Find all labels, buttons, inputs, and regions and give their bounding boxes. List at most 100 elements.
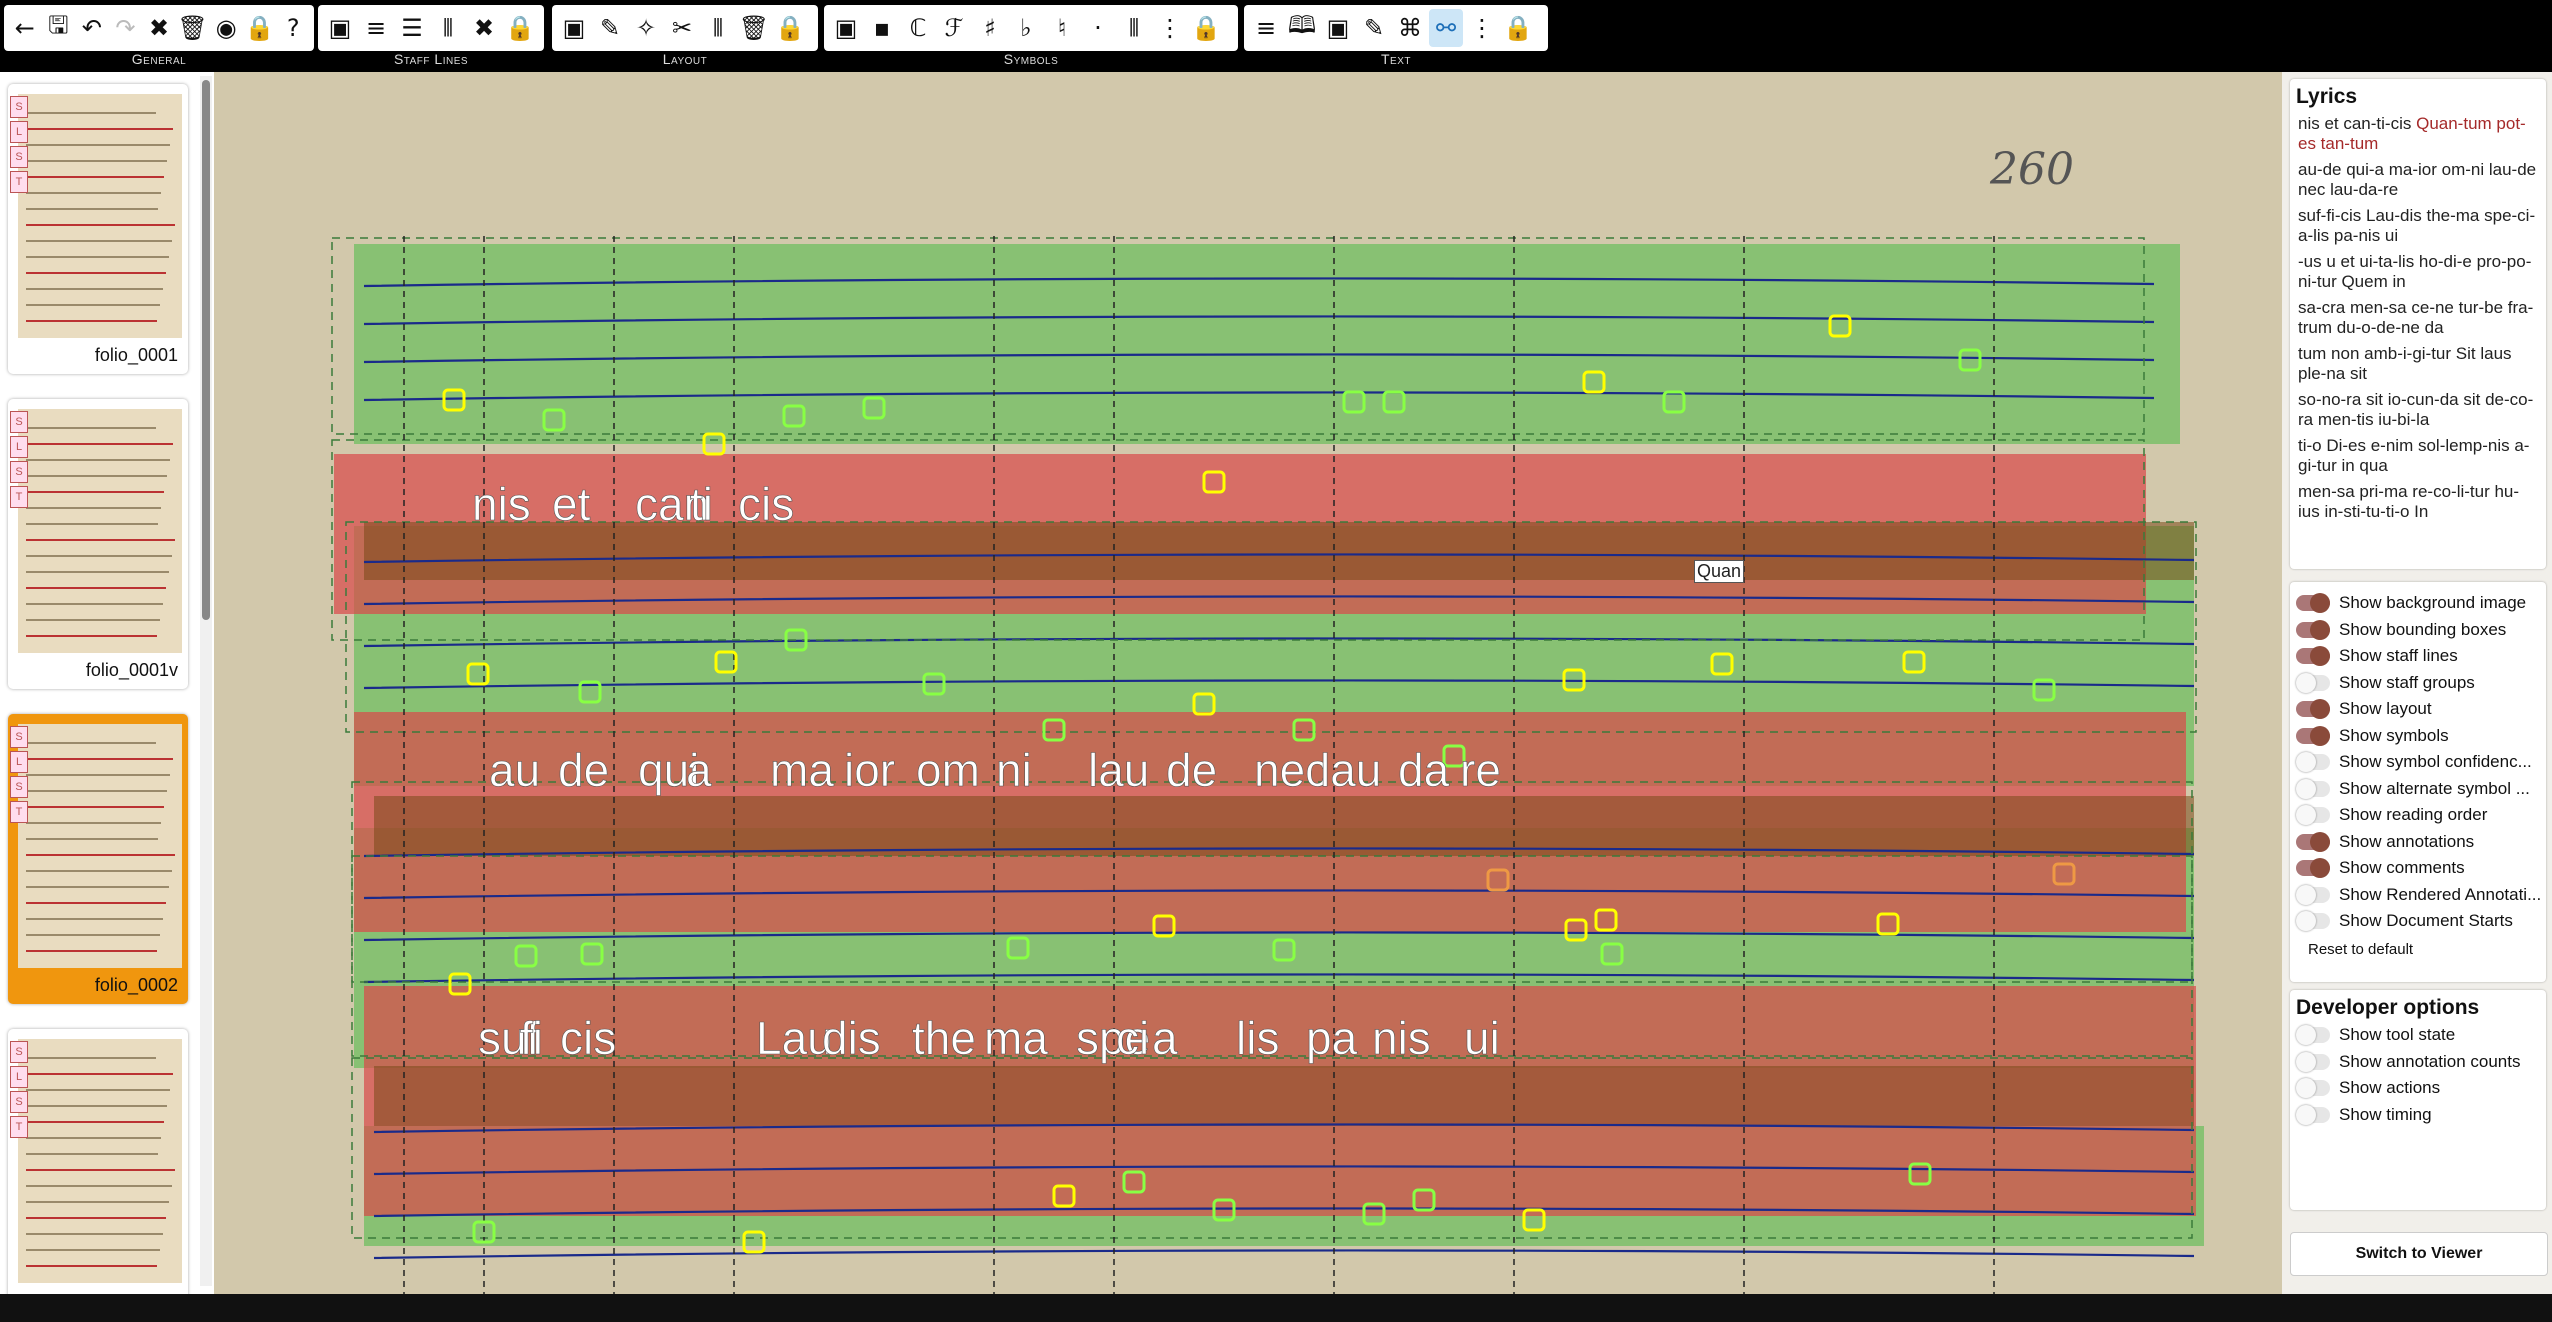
toggle-switch[interactable] <box>2296 619 2330 640</box>
page-status-badge[interactable]: S <box>10 96 28 118</box>
clef-f-button[interactable]: ℱ <box>937 9 971 47</box>
page-status-badge[interactable]: S <box>10 146 28 168</box>
toggle-switch[interactable] <box>2296 911 2330 932</box>
magic-button[interactable]: ✧ <box>629 9 663 47</box>
eye-button[interactable]: ◉ <box>210 9 242 47</box>
more-button[interactable]: ⋮ <box>1465 9 1499 47</box>
lyrics-line[interactable]: so-no-ra sit io-cun-da sit de-co-ra men-… <box>2290 387 2546 433</box>
undo-button[interactable]: ↶ <box>76 9 108 47</box>
toggle-switch[interactable] <box>2296 1025 2330 1046</box>
book-button[interactable]: 🕮 <box>1285 9 1319 47</box>
clef-c-button[interactable]: ℂ <box>901 9 935 47</box>
toggle-switch[interactable] <box>2296 831 2330 852</box>
back-button[interactable]: ← <box>9 9 41 47</box>
view-option[interactable]: Show staff groups <box>2290 670 2546 697</box>
view-option[interactable]: Show bounding boxes <box>2290 617 2546 644</box>
lyric-link-button[interactable]: ⌘ <box>1393 9 1427 47</box>
lyrics-line[interactable]: suf-fi-cis Lau-dis the-ma spe-ci-a-lis p… <box>2290 203 2546 249</box>
save-button[interactable]: 🖫 <box>43 9 75 47</box>
select-button[interactable]: ▣ <box>557 9 591 47</box>
page-status-badge[interactable]: T <box>10 171 28 193</box>
select-button[interactable]: ▣ <box>829 9 863 47</box>
toggle-switch[interactable] <box>2296 752 2330 773</box>
page-thumbnail[interactable]: S L S Tfolio_0002 <box>8 714 188 1004</box>
view-option[interactable]: Show staff lines <box>2290 643 2546 670</box>
page-status-badge[interactable]: S <box>10 1041 28 1063</box>
view-option[interactable]: Show symbol confidenc... <box>2290 749 2546 776</box>
toggle-switch[interactable] <box>2296 725 2330 746</box>
lyrics-line[interactable]: au-de qui-a ma-ior om-ni lau-de nec lau-… <box>2290 157 2546 203</box>
select-button[interactable]: ▣ <box>1321 9 1355 47</box>
view-option[interactable]: Show reading order <box>2290 802 2546 829</box>
page-status-badge[interactable]: S <box>10 726 28 748</box>
page-status-badge[interactable]: L <box>10 751 28 773</box>
lock-button[interactable]: 🔒 <box>244 9 276 47</box>
more-button[interactable]: ⋮ <box>1153 9 1187 47</box>
toggle-switch[interactable] <box>2296 858 2330 879</box>
cut-button[interactable]: ✂ <box>665 9 699 47</box>
lyrics-line[interactable]: nis et can-ti-cis Quan-tum pot-es tan-tu… <box>2290 111 2546 157</box>
flat-button[interactable]: ♭ <box>1009 9 1043 47</box>
help-button[interactable]: ? <box>278 9 310 47</box>
page-thumbnail[interactable]: S L S Tfolio_0001v <box>8 399 188 689</box>
pen-button[interactable]: ✎ <box>593 9 627 47</box>
lock-button[interactable]: 🔒 <box>1501 9 1535 47</box>
page-status-badge[interactable]: S <box>10 461 28 483</box>
lock-button[interactable]: 🔒 <box>503 9 537 47</box>
view-option[interactable]: Show Rendered Annotati... <box>2290 882 2546 909</box>
neume-button[interactable]: ▪ <box>865 9 899 47</box>
page-status-badge[interactable]: S <box>10 1091 28 1113</box>
scrollbar-thumb[interactable] <box>202 80 210 620</box>
natural-button[interactable]: ♮ <box>1045 9 1079 47</box>
developer-option[interactable]: Show actions <box>2290 1075 2546 1102</box>
dot-button[interactable]: · <box>1081 9 1115 47</box>
reset-to-default-button[interactable]: Reset to default <box>2290 935 2546 964</box>
lock-button[interactable]: 🔒 <box>1189 9 1223 47</box>
toggle-switch[interactable] <box>2296 646 2330 667</box>
view-option[interactable]: Show annotations <box>2290 829 2546 856</box>
delete-button[interactable]: ✖ <box>467 9 501 47</box>
trash-button[interactable]: 🗑 <box>177 9 209 47</box>
lyrics-button[interactable]: ≡ <box>1249 9 1283 47</box>
select-button[interactable]: ▣ <box>323 9 357 47</box>
link-button[interactable]: ⚯ <box>1429 9 1463 47</box>
pen-button[interactable]: ✎ <box>1357 9 1391 47</box>
toggle-switch[interactable] <box>2296 1051 2330 1072</box>
view-option[interactable]: Show symbols <box>2290 723 2546 750</box>
sharp-button[interactable]: ♯ <box>973 9 1007 47</box>
lyrics-line[interactable]: -us u et ui-ta-lis ho-di-e pro-po-ni-tur… <box>2290 249 2546 295</box>
toggle-switch[interactable] <box>2296 884 2330 905</box>
page-status-badge[interactable]: L <box>10 1066 28 1088</box>
draw-lines-button[interactable]: ≡ <box>359 9 393 47</box>
view-option[interactable]: Show comments <box>2290 855 2546 882</box>
lyrics-line[interactable]: tum non amb-i-gi-tur Sit laus ple-na sit <box>2290 341 2546 387</box>
page-thumbnail[interactable]: SLST <box>8 1029 188 1294</box>
developer-option[interactable]: Show timing <box>2290 1102 2546 1129</box>
trash-button[interactable]: 🗑 <box>737 9 771 47</box>
view-option[interactable]: Show background image <box>2290 590 2546 617</box>
page-status-badge[interactable]: S <box>10 411 28 433</box>
lyrics-line[interactable]: sa-cra men-sa ce-ne tur-be fra-trum du-o… <box>2290 295 2546 341</box>
page-status-badge[interactable]: T <box>10 1116 28 1138</box>
page-thumbnail[interactable]: S L S Tfolio_0001 <box>8 84 188 374</box>
toggle-switch[interactable] <box>2296 805 2330 826</box>
developer-option[interactable]: Show tool state <box>2290 1022 2546 1049</box>
view-option[interactable]: Show Document Starts <box>2290 908 2546 935</box>
developer-option[interactable]: Show annotation counts <box>2290 1049 2546 1076</box>
toggle-switch[interactable] <box>2296 1078 2330 1099</box>
page-status-badge[interactable]: L <box>10 121 28 143</box>
split-lines-button[interactable]: ⫴ <box>431 9 465 47</box>
sidebar-scrollbar[interactable] <box>200 76 212 1286</box>
toggle-switch[interactable] <box>2296 593 2330 614</box>
editor-canvas[interactable]: nis et can ti cis au de qui a ma ior om ni lau de nec la… <box>214 72 2282 1294</box>
page-status-badge[interactable]: L <box>10 436 28 458</box>
view-option[interactable]: Show layout <box>2290 696 2546 723</box>
toggle-switch[interactable] <box>2296 672 2330 693</box>
switch-to-viewer-button[interactable]: Switch to Viewer <box>2290 1232 2548 1276</box>
page-status-badge[interactable]: S <box>10 776 28 798</box>
lock-button[interactable]: 🔒 <box>773 9 807 47</box>
toggle-switch[interactable] <box>2296 1104 2330 1125</box>
redo-button[interactable]: ↷ <box>110 9 142 47</box>
page-status-badge[interactable]: T <box>10 801 28 823</box>
split-button[interactable]: ⫴ <box>1117 9 1151 47</box>
